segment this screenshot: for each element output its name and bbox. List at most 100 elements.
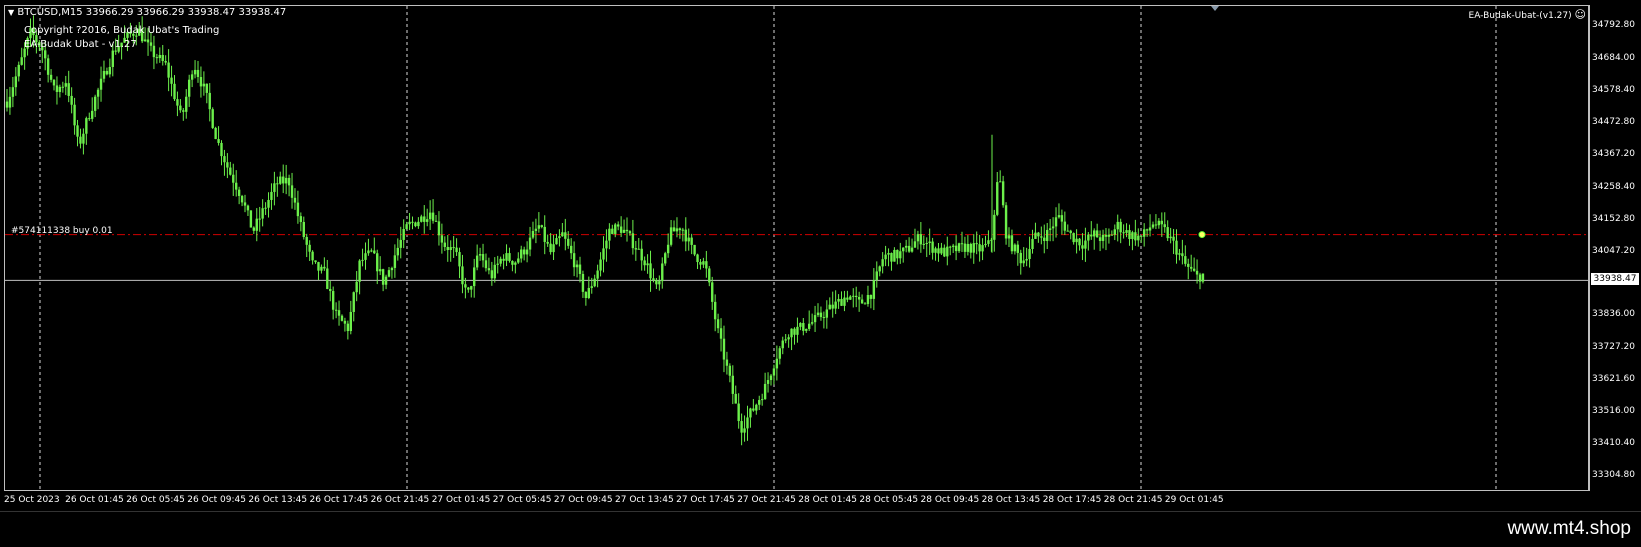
candle-body (255, 218, 258, 231)
candle-body (1172, 236, 1175, 241)
candle-body (734, 393, 737, 404)
candle-body (320, 266, 323, 271)
price-chart[interactable] (5, 6, 1590, 492)
candle-body (793, 328, 796, 335)
candle-body (232, 174, 235, 183)
candle-body (893, 249, 896, 262)
candle-body (387, 270, 391, 277)
candle-body (1037, 232, 1040, 237)
candle-body (634, 248, 638, 250)
candle-body (669, 227, 673, 245)
candle-body (719, 328, 723, 339)
time-tick-label: 26 Oct 01:45 (65, 495, 124, 505)
candle-body (88, 118, 91, 120)
candle-body (572, 253, 576, 268)
ea-badge-label: EA-Budak-Ubat-(v1.27) (1468, 11, 1572, 21)
candle-body (837, 298, 840, 302)
candle-body (658, 281, 661, 285)
candle-body (99, 78, 103, 90)
candle-body (267, 199, 270, 208)
candle-body (458, 252, 461, 267)
candle-body (284, 177, 288, 184)
time-tick-label: 27 Oct 21:45 (737, 495, 796, 505)
candle-body (784, 339, 787, 341)
candle-body (540, 225, 543, 227)
candle-body (423, 216, 426, 222)
candle-body (446, 246, 449, 250)
price-tick-label: 33727.20 (1592, 342, 1635, 353)
candle-body (687, 237, 690, 242)
candle-body (152, 45, 156, 58)
candle-body (373, 250, 376, 254)
time-tick-label: 28 Oct 21:45 (1103, 495, 1163, 505)
candle-body (702, 261, 705, 265)
candle-body (993, 214, 996, 240)
candle-body (810, 322, 814, 324)
candle-body (555, 238, 558, 245)
candle-body (840, 298, 843, 306)
candle-body (1063, 221, 1067, 231)
time-tick-label: 27 Oct 09:45 (553, 495, 613, 505)
candle-body (367, 250, 370, 254)
candle-body (1004, 205, 1008, 239)
candle-body (769, 375, 773, 381)
candle-body (308, 244, 311, 252)
candle-body (70, 95, 73, 105)
candle-body (625, 229, 629, 232)
candle-body (431, 212, 435, 221)
candle-body (881, 259, 884, 267)
ea-badge[interactable]: EA-Budak-Ubat-(v1.27) ☺ (1469, 8, 1586, 21)
symbol-info[interactable]: ▼ BTCUSD,M15 33966.29 33966.29 33938.47 … (8, 7, 286, 18)
candle-body (978, 244, 981, 252)
candle-body (317, 262, 320, 271)
candle-body (52, 79, 56, 86)
candle-body (852, 295, 855, 297)
candle-body (819, 312, 823, 318)
candle-body (960, 243, 964, 245)
candle-body (1160, 220, 1164, 225)
candle-body (299, 216, 303, 222)
candle-body (752, 408, 755, 411)
chart-area[interactable]: ▼ BTCUSD,M15 33966.29 33966.29 33938.47 … (4, 5, 1590, 492)
candle-body (173, 83, 176, 100)
candle-body (61, 86, 65, 88)
candle-body (337, 310, 341, 316)
brand-url[interactable]: www.mt4.shop (1507, 518, 1631, 540)
candle-body (329, 288, 332, 292)
candle-body (143, 39, 147, 42)
candle-body (58, 86, 62, 92)
candle-body (234, 182, 238, 190)
candle-body (346, 323, 350, 332)
price-tick-label: 33516.00 (1592, 406, 1635, 417)
candle-body (616, 224, 620, 227)
symbol-menu-icon[interactable]: ▼ (8, 8, 14, 17)
candle-body (487, 268, 491, 271)
candle-body (755, 404, 758, 411)
candle-body (699, 262, 702, 265)
smiley-icon[interactable]: ☺ (1575, 8, 1586, 21)
candle-body (664, 253, 667, 264)
candle-body (196, 69, 200, 78)
candle-body (96, 89, 100, 97)
candle-body (611, 228, 614, 234)
candle-body (1034, 232, 1037, 239)
price-tick-label: 34578.40 (1592, 84, 1635, 95)
candle-body (79, 136, 82, 144)
candle-body (1046, 229, 1049, 241)
order-line-label[interactable]: #574111338 buy 0.01 (11, 226, 113, 236)
time-tick-label: 26 Oct 09:45 (187, 495, 246, 505)
candle-body (164, 60, 167, 63)
candle-body (937, 248, 940, 254)
price-tick-label: 33836.00 (1592, 309, 1635, 320)
candle-body (828, 304, 831, 310)
candle-body (276, 183, 279, 185)
price-axis[interactable]: 34792.80 34684.00 34578.40 34472.80 34367.20… (1589, 5, 1641, 491)
price-tick-label: 34258.40 (1592, 181, 1635, 192)
candle-body (279, 176, 282, 184)
time-tick-label: 26 Oct 17:45 (309, 495, 369, 505)
candle-body (760, 399, 764, 401)
time-axis[interactable]: 25 Oct 2023 26 Oct 01:45 26 Oct 05:45 26 Oc… (4, 491, 1589, 511)
candle-body (972, 243, 975, 253)
candle-body (643, 260, 646, 266)
candle-body (1116, 221, 1119, 230)
